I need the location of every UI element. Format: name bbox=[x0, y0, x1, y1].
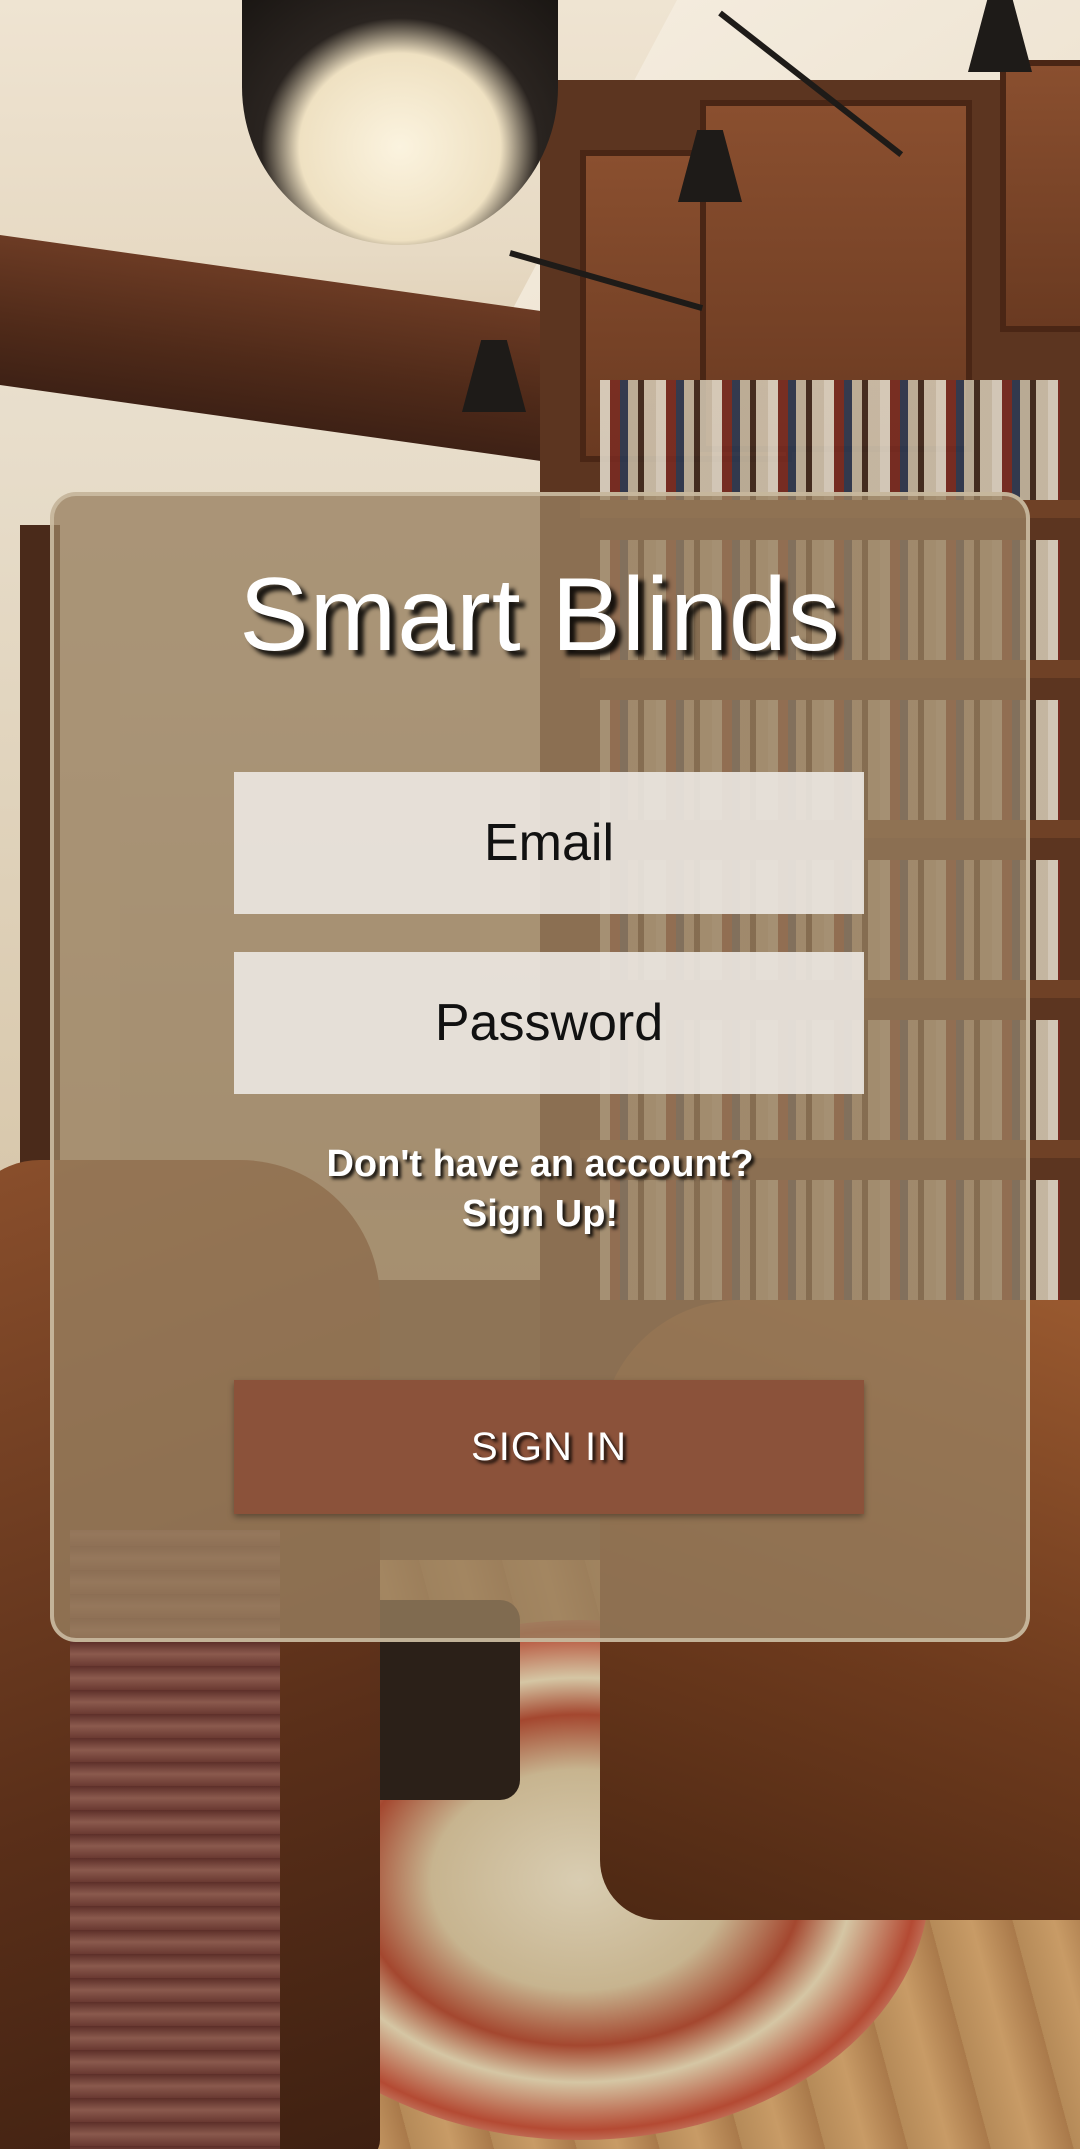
signup-link[interactable]: Sign Up! bbox=[54, 1189, 1026, 1239]
email-field[interactable] bbox=[234, 772, 864, 914]
sign-in-button[interactable]: SIGN IN bbox=[234, 1380, 864, 1514]
login-card: Smart Blinds Don't have an account? Sign… bbox=[50, 492, 1030, 1642]
signup-prompt-text: Don't have an account? bbox=[326, 1143, 754, 1185]
password-field[interactable] bbox=[234, 952, 864, 1094]
shelf-cabinet bbox=[1000, 60, 1080, 332]
signup-prompt: Don't have an account? Sign Up! bbox=[54, 1139, 1026, 1239]
books bbox=[600, 380, 1060, 500]
app-title: Smart Blinds bbox=[239, 557, 841, 673]
